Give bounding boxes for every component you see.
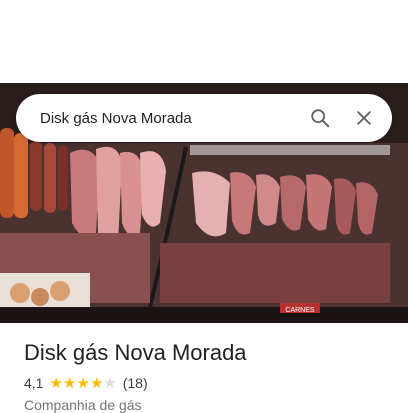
star-filled-icon: ★ [89,374,104,392]
close-button[interactable] [346,100,382,136]
sign-text: CARNES [285,307,315,314]
rating-value: 4,1 [24,375,44,391]
star-filled-icon: ★ [49,374,63,392]
review-count[interactable]: (18) [123,375,148,391]
star-filled-icon: ★ [76,374,90,392]
rating-stars: ★ ★ ★ ★ ★ [49,376,116,391]
place-category[interactable]: Companhia de gás [24,397,142,413]
place-title: Disk gás Nova Morada [24,340,247,365]
star-empty-icon: ★ [103,374,117,392]
search-input[interactable]: Disk gás Nova Morada [40,110,294,127]
star-filled-icon: ★ [62,374,77,392]
search-button[interactable] [302,100,338,136]
rating-row[interactable]: 4,1 ★ ★ ★ ★ ★ (18) [24,375,148,391]
search-icon [311,109,330,128]
close-icon [357,111,371,125]
search-bar[interactable]: Disk gás Nova Morada [16,94,392,142]
